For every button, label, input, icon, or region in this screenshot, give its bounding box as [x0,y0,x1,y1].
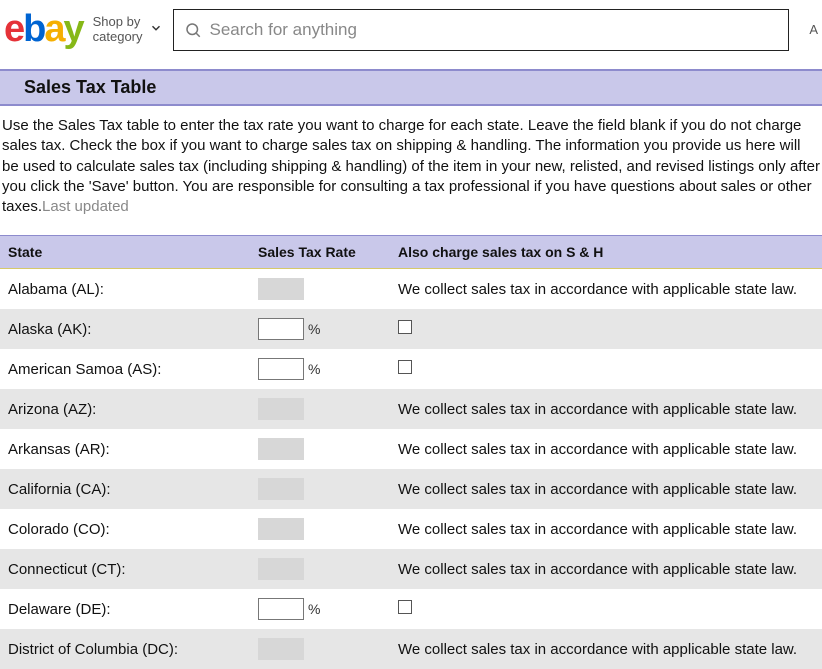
ebay-logo[interactable]: ebay [4,8,83,51]
tax-rate-input[interactable] [258,318,304,340]
sandh-cell: We collect sales tax in accordance with … [390,509,822,549]
table-row: Connecticut (CT): We collect sales tax in… [0,549,822,589]
last-updated: Last updated [42,198,129,215]
state-cell: Connecticut (CT): [0,549,250,589]
percent-label: % [308,321,320,337]
state-cell: Alabama (AL): [0,269,250,310]
rate-cell: % [250,309,390,349]
sandh-cell: We collect sales tax in accordance with … [390,389,822,429]
state-cell: Arizona (AZ): [0,389,250,429]
table-row: Colorado (CO): We collect sales tax in ac… [0,509,822,549]
shop-by-category[interactable]: Shop by category [93,15,163,45]
search-input[interactable] [210,20,779,40]
sandh-checkbox[interactable] [398,320,412,334]
col-header-state: State [0,236,250,269]
section-title: Sales Tax Table [24,77,798,98]
sandh-checkbox[interactable] [398,600,412,614]
table-row: Arkansas (AR): We collect sales tax in ac… [0,429,822,469]
sandh-cell: We collect sales tax in accordance with … [390,549,822,589]
sandh-cell: We collect sales tax in accordance with … [390,269,822,310]
logo-letter-b: b [23,8,44,51]
col-header-sandh: Also charge sales tax on S & H [390,236,822,269]
rate-cell [250,509,390,549]
page-header: ebay Shop by category A [0,0,822,65]
shop-by-line2: category [93,30,143,45]
collect-note: We collect sales tax in accordance with … [398,561,797,578]
percent-label: % [308,601,320,617]
section-header: Sales Tax Table [0,69,822,104]
tax-rate-readonly [258,438,304,460]
rate-cell [250,429,390,469]
tax-rate-readonly [258,638,304,660]
sandh-cell [390,309,822,349]
collect-note: We collect sales tax in accordance with … [398,641,797,658]
table-row: Delaware (DE):% [0,589,822,629]
logo-letter-e: e [4,8,23,51]
advanced-link-stub[interactable]: A [799,22,818,37]
sales-tax-table: State Sales Tax Rate Also charge sales t… [0,235,822,669]
tax-rate-input[interactable] [258,358,304,380]
rate-cell [250,469,390,509]
tax-rate-input[interactable] [258,598,304,620]
state-cell: Alaska (AK): [0,309,250,349]
shop-by-line1: Shop by [93,15,143,30]
tax-rate-readonly [258,558,304,580]
sandh-cell: We collect sales tax in accordance with … [390,629,822,669]
col-header-rate: Sales Tax Rate [250,236,390,269]
percent-label: % [308,361,320,377]
table-row: District of Columbia (DC): We collect sal… [0,629,822,669]
table-row: American Samoa (AS):% [0,349,822,389]
tax-rate-readonly [258,518,304,540]
search-icon [184,21,202,39]
table-row: Arizona (AZ): We collect sales tax in acc… [0,389,822,429]
state-cell: Arkansas (AR): [0,429,250,469]
logo-letter-a: a [44,8,63,51]
collect-note: We collect sales tax in accordance with … [398,481,797,498]
logo-letter-y: y [64,8,83,51]
table-row: California (CA): We collect sales tax in … [0,469,822,509]
state-cell: California (CA): [0,469,250,509]
state-cell: District of Columbia (DC): [0,629,250,669]
rate-cell [250,549,390,589]
rate-cell [250,389,390,429]
rate-cell [250,269,390,310]
sandh-cell: We collect sales tax in accordance with … [390,429,822,469]
collect-note: We collect sales tax in accordance with … [398,441,797,458]
intro-text: Use the Sales Tax table to enter the tax… [0,106,822,221]
state-cell: American Samoa (AS): [0,349,250,389]
collect-note: We collect sales tax in accordance with … [398,401,797,418]
tax-rate-readonly [258,398,304,420]
collect-note: We collect sales tax in accordance with … [398,281,797,298]
sandh-checkbox[interactable] [398,360,412,374]
rate-cell [250,629,390,669]
state-cell: Delaware (DE): [0,589,250,629]
collect-note: We collect sales tax in accordance with … [398,521,797,538]
state-cell: Colorado (CO): [0,509,250,549]
chevron-down-icon [149,21,163,38]
search-bar [173,9,790,51]
table-row: Alabama (AL): We collect sales tax in acc… [0,269,822,310]
tax-rate-readonly [258,278,304,300]
rate-cell: % [250,349,390,389]
sandh-cell: We collect sales tax in accordance with … [390,469,822,509]
tax-rate-readonly [258,478,304,500]
sandh-cell [390,589,822,629]
rate-cell: % [250,589,390,629]
sandh-cell [390,349,822,389]
table-row: Alaska (AK):% [0,309,822,349]
